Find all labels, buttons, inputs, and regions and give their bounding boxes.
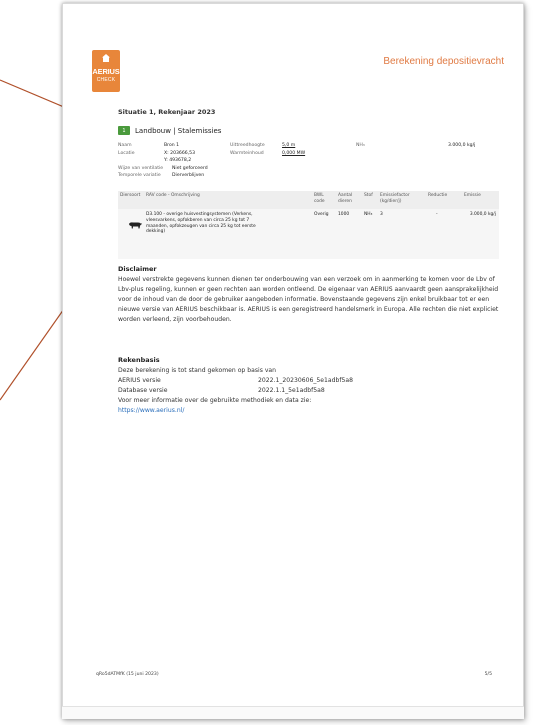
table-header-cell: Aantal dieren: [338, 193, 353, 204]
uittreedhoogte-value: 5,0 m: [282, 143, 296, 148]
uittreedhoogte-label: Uittreedhoogte: [230, 143, 265, 148]
house-icon: [102, 54, 110, 62]
rekenbasis-intro: Deze berekening is tot stand gekomen op …: [118, 367, 277, 374]
footer-reference: qRo5dATMfK (15 juni 2023): [96, 672, 159, 677]
temporele-label: Temporele variatie: [118, 173, 161, 179]
emission-table: Diersoort RAV code - Omschrijving BWL co…: [118, 191, 499, 259]
reductie: -: [436, 212, 438, 217]
logo-brand: AERIUS: [92, 67, 120, 76]
table-header-cell: Reductie: [428, 193, 448, 198]
table-header-cell: BWL code: [314, 193, 325, 204]
disclaimer-title: Disclaimer: [118, 265, 157, 273]
table-header-cell: Diersoort: [120, 193, 141, 198]
database-version-value: 2022.1.1_5e1adbf5a8: [258, 387, 325, 394]
source-metadata: Naam Bron 1 Uittreedhoogte 5,0 m NH₃ 3.0…: [118, 143, 499, 181]
footer-page-number: 5/5: [484, 672, 492, 677]
nh3-value: 3.000,0 kg/j: [448, 143, 476, 148]
nh3-label: NH₃: [356, 143, 365, 148]
locatie-y: Y: 493678,2: [164, 158, 192, 164]
wijze-value: Niet geforceerd: [172, 165, 208, 171]
aantal-dieren: 1000: [338, 212, 350, 217]
cow-icon: [129, 222, 142, 229]
table-header-cell: Emissiefactor (kg/dier/j): [380, 193, 410, 204]
table-header-cell: Stof: [364, 193, 373, 198]
bwl-code: Overig: [314, 212, 329, 217]
disclaimer-text: Hoewel verstrekte gegevens kunnen dienen…: [118, 276, 499, 323]
table-row: D3.100 - overige huisvestingsystemen (Ve…: [118, 209, 499, 259]
rekenbasis-title: Rekenbasis: [118, 356, 160, 364]
table-header-cell: Emissie: [464, 193, 481, 198]
emissiefactor: 3: [380, 212, 383, 217]
sector-label: Landbouw | Stalemissies: [135, 126, 222, 135]
table-header: Diersoort RAV code - Omschrijving BWL co…: [118, 191, 499, 209]
more-info-text: Voor meer informatie over de gebruikte m…: [118, 397, 312, 404]
database-version-label: Database versie: [118, 387, 168, 394]
aerius-link[interactable]: https://www.aerius.nl/: [118, 406, 184, 416]
stof: NH₃: [364, 212, 373, 217]
aerius-version-label: AERIUS versie: [118, 377, 161, 384]
warmteinhoud-label: Warmteinhoud: [230, 150, 264, 156]
logo-sub: CHECK: [96, 77, 116, 83]
naam-value: Bron 1: [164, 143, 180, 148]
document-header-title: Berekening depositievracht: [383, 56, 504, 67]
emissie: 3.000,0 kg/j: [469, 212, 496, 217]
rav-description: D3.100 - overige huisvestingsystemen (Ve…: [146, 212, 256, 235]
naam-label: Naam: [118, 143, 132, 148]
sector-row: 1 Landbouw | Stalemissies: [118, 126, 221, 135]
wijze-label: Wijze van ventilatie: [118, 165, 164, 171]
temporele-value: Dierverblijven: [172, 173, 205, 179]
table-header-cell: RAV code - Omschrijving: [146, 193, 200, 198]
aerius-check-logo: AERIUS CHECK: [92, 50, 120, 92]
locatie-label: Locatie: [118, 150, 135, 156]
warmteinhoud-value: 0,000 MW: [282, 150, 306, 156]
next-page-edge: [62, 706, 524, 719]
situation-title: Situatie 1, Rekenjaar 2023: [118, 108, 216, 116]
aerius-version-value: 2022.1_20230606_5e1adbf5a8: [258, 377, 354, 384]
sector-badge: 1: [118, 126, 130, 135]
locatie-x: X: 203666,53: [164, 150, 195, 156]
